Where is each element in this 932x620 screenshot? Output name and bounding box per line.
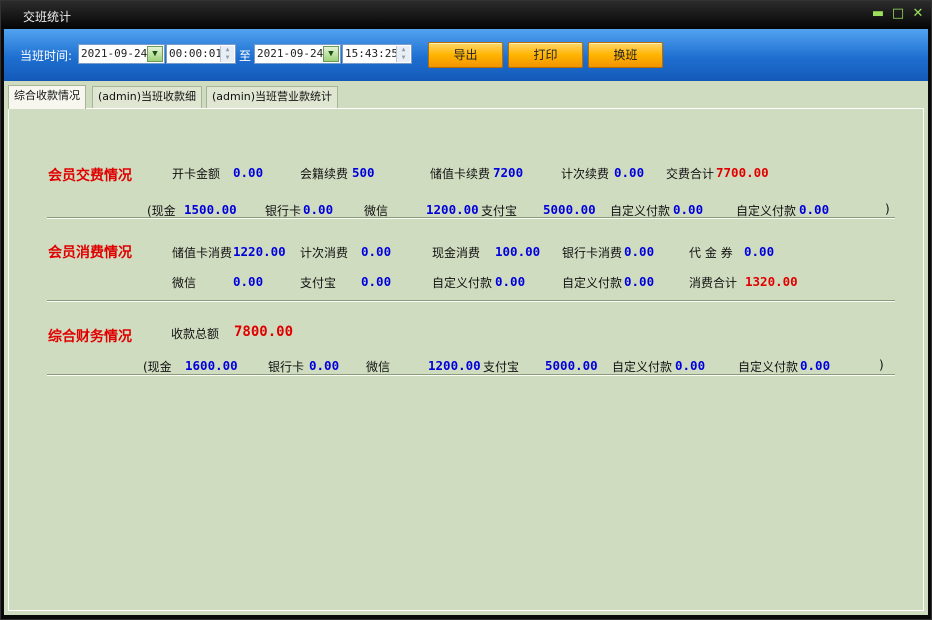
shift-time-label: 当班时间: bbox=[20, 49, 73, 63]
custom-payment-1-value: 0.00 bbox=[673, 202, 704, 217]
start-time-value: 00:00:01 bbox=[169, 47, 222, 60]
finance-wechat-label: 微信 bbox=[366, 360, 391, 374]
toolbar: 当班时间: 2021-09-24 ▼ 00:00:01 ▲ ▼ 至 2021-09… bbox=[4, 29, 928, 81]
payment-total-value: 7700.00 bbox=[716, 165, 769, 180]
consumption-total-value: 1320.00 bbox=[745, 274, 798, 289]
export-button[interactable]: 导出 bbox=[428, 42, 503, 68]
cash-consumption-label: 现金消费 bbox=[432, 246, 481, 260]
finance-custom-2-value: 0.00 bbox=[800, 358, 831, 373]
content-area: 综合收款情况 (admin)当班收款细 (admin)当班营业款统计 会员交费情… bbox=[4, 81, 928, 615]
finance-custom-1-label: 自定义付款 bbox=[612, 360, 673, 374]
finance-alipay-value: 5000.00 bbox=[545, 358, 598, 373]
close-paren: ) bbox=[885, 202, 890, 216]
summary-panel: 会员交费情况 开卡金额 0.00 会籍续费 500 储值卡续费 7200 计次续… bbox=[8, 108, 924, 611]
wechat-value: 1200.00 bbox=[426, 202, 479, 217]
stored-card-renewal-value: 7200 bbox=[493, 165, 524, 180]
finance-wechat-value: 1200.00 bbox=[428, 358, 481, 373]
chevron-down-icon[interactable]: ▼ bbox=[323, 46, 339, 62]
finance-custom-2-label: 自定义付款 bbox=[738, 360, 799, 374]
cash-value: 1500.00 bbox=[184, 202, 237, 217]
print-button[interactable]: 打印 bbox=[508, 42, 583, 68]
finance-close-paren: ) bbox=[879, 358, 884, 372]
finance-custom-1-value: 0.00 bbox=[675, 358, 706, 373]
alipay-value: 5000.00 bbox=[543, 202, 596, 217]
bank-consumption-value: 0.00 bbox=[624, 244, 655, 259]
member-consumption-heading: 会员消费情况 bbox=[48, 245, 132, 261]
renewal-value: 500 bbox=[352, 165, 375, 180]
alipay-consumption-value: 0.00 bbox=[361, 274, 392, 289]
finance-alipay-label: 支付宝 bbox=[483, 360, 520, 374]
consumption-total-label: 消费合计 bbox=[689, 276, 738, 290]
title-bar[interactable]: 交班统计 ▬ □ ✕ bbox=[1, 1, 931, 29]
end-time-spinner[interactable]: 15:43:25 ▲ ▼ bbox=[342, 44, 412, 64]
maximize-icon[interactable]: □ bbox=[889, 5, 907, 23]
custom-consumption-1-value: 0.00 bbox=[495, 274, 526, 289]
finance-heading: 综合财务情况 bbox=[48, 329, 132, 345]
count-renewal-value: 0.00 bbox=[614, 165, 645, 180]
custom-consumption-2-label: 自定义付款 bbox=[562, 276, 623, 290]
wechat-consumption-value: 0.00 bbox=[233, 274, 264, 289]
finance-cash-label: (现金 bbox=[143, 360, 172, 374]
stored-card-consumption-label: 储值卡消费 bbox=[172, 246, 233, 260]
to-label: 至 bbox=[239, 49, 252, 63]
divider bbox=[47, 300, 895, 302]
renewal-label: 会籍续费 bbox=[300, 167, 349, 181]
total-receipt-label: 收款总额 bbox=[171, 327, 220, 341]
minimize-icon[interactable]: ▬ bbox=[869, 5, 887, 23]
alipay-consumption-label: 支付宝 bbox=[300, 276, 337, 290]
count-consumption-value: 0.00 bbox=[361, 244, 392, 259]
divider bbox=[47, 374, 895, 376]
tab-shift-receipt-detail[interactable]: (admin)当班收款细 bbox=[92, 86, 203, 108]
close-icon[interactable]: ✕ bbox=[909, 5, 927, 23]
member-payment-heading: 会员交费情况 bbox=[48, 168, 132, 184]
stored-card-renewal-label: 储值卡续费 bbox=[430, 167, 491, 181]
tab-shift-revenue-stats[interactable]: (admin)当班营业款统计 bbox=[206, 86, 339, 108]
total-receipt-value: 7800.00 bbox=[234, 324, 294, 340]
voucher-label: 代 金 券 bbox=[689, 246, 733, 260]
open-card-label: 开卡金额 bbox=[172, 167, 221, 181]
spinner-arrows-icon[interactable]: ▲ ▼ bbox=[220, 46, 234, 62]
bank-consumption-label: 银行卡消费 bbox=[562, 246, 623, 260]
end-time-value: 15:43:25 bbox=[345, 47, 398, 60]
wechat-consumption-label: 微信 bbox=[172, 276, 197, 290]
divider bbox=[47, 217, 895, 219]
count-consumption-label: 计次消费 bbox=[300, 246, 349, 260]
cash-consumption-value: 100.00 bbox=[495, 244, 541, 259]
window: 交班统计 ▬ □ ✕ 当班时间: 2021-09-24 ▼ 00:00:01 ▲… bbox=[0, 0, 932, 620]
stored-card-consumption-value: 1220.00 bbox=[233, 244, 286, 259]
bank-card-value: 0.00 bbox=[303, 202, 334, 217]
voucher-value: 0.00 bbox=[744, 244, 775, 259]
custom-payment-2-value: 0.00 bbox=[799, 202, 830, 217]
count-renewal-label: 计次续费 bbox=[561, 167, 610, 181]
window-title: 交班统计 bbox=[23, 10, 72, 24]
open-card-value: 0.00 bbox=[233, 165, 264, 180]
finance-bank-value: 0.00 bbox=[309, 358, 340, 373]
custom-consumption-2-value: 0.00 bbox=[624, 274, 655, 289]
tab-summary[interactable]: 综合收款情况 bbox=[8, 85, 86, 109]
end-date-picker[interactable]: 2021-09-24 ▼ bbox=[254, 44, 341, 64]
custom-consumption-1-label: 自定义付款 bbox=[432, 276, 493, 290]
start-date-value: 2021-09-24 bbox=[81, 47, 148, 60]
start-date-picker[interactable]: 2021-09-24 ▼ bbox=[78, 44, 165, 64]
end-date-value: 2021-09-24 bbox=[257, 47, 324, 60]
finance-bank-label: 银行卡 bbox=[268, 360, 305, 374]
payment-total-label: 交费合计 bbox=[666, 167, 715, 181]
start-time-spinner[interactable]: 00:00:01 ▲ ▼ bbox=[166, 44, 236, 64]
finance-cash-value: 1600.00 bbox=[185, 358, 238, 373]
spinner-arrows-icon[interactable]: ▲ ▼ bbox=[396, 46, 410, 62]
handover-button[interactable]: 换班 bbox=[588, 42, 663, 68]
chevron-down-icon[interactable]: ▼ bbox=[147, 46, 163, 62]
